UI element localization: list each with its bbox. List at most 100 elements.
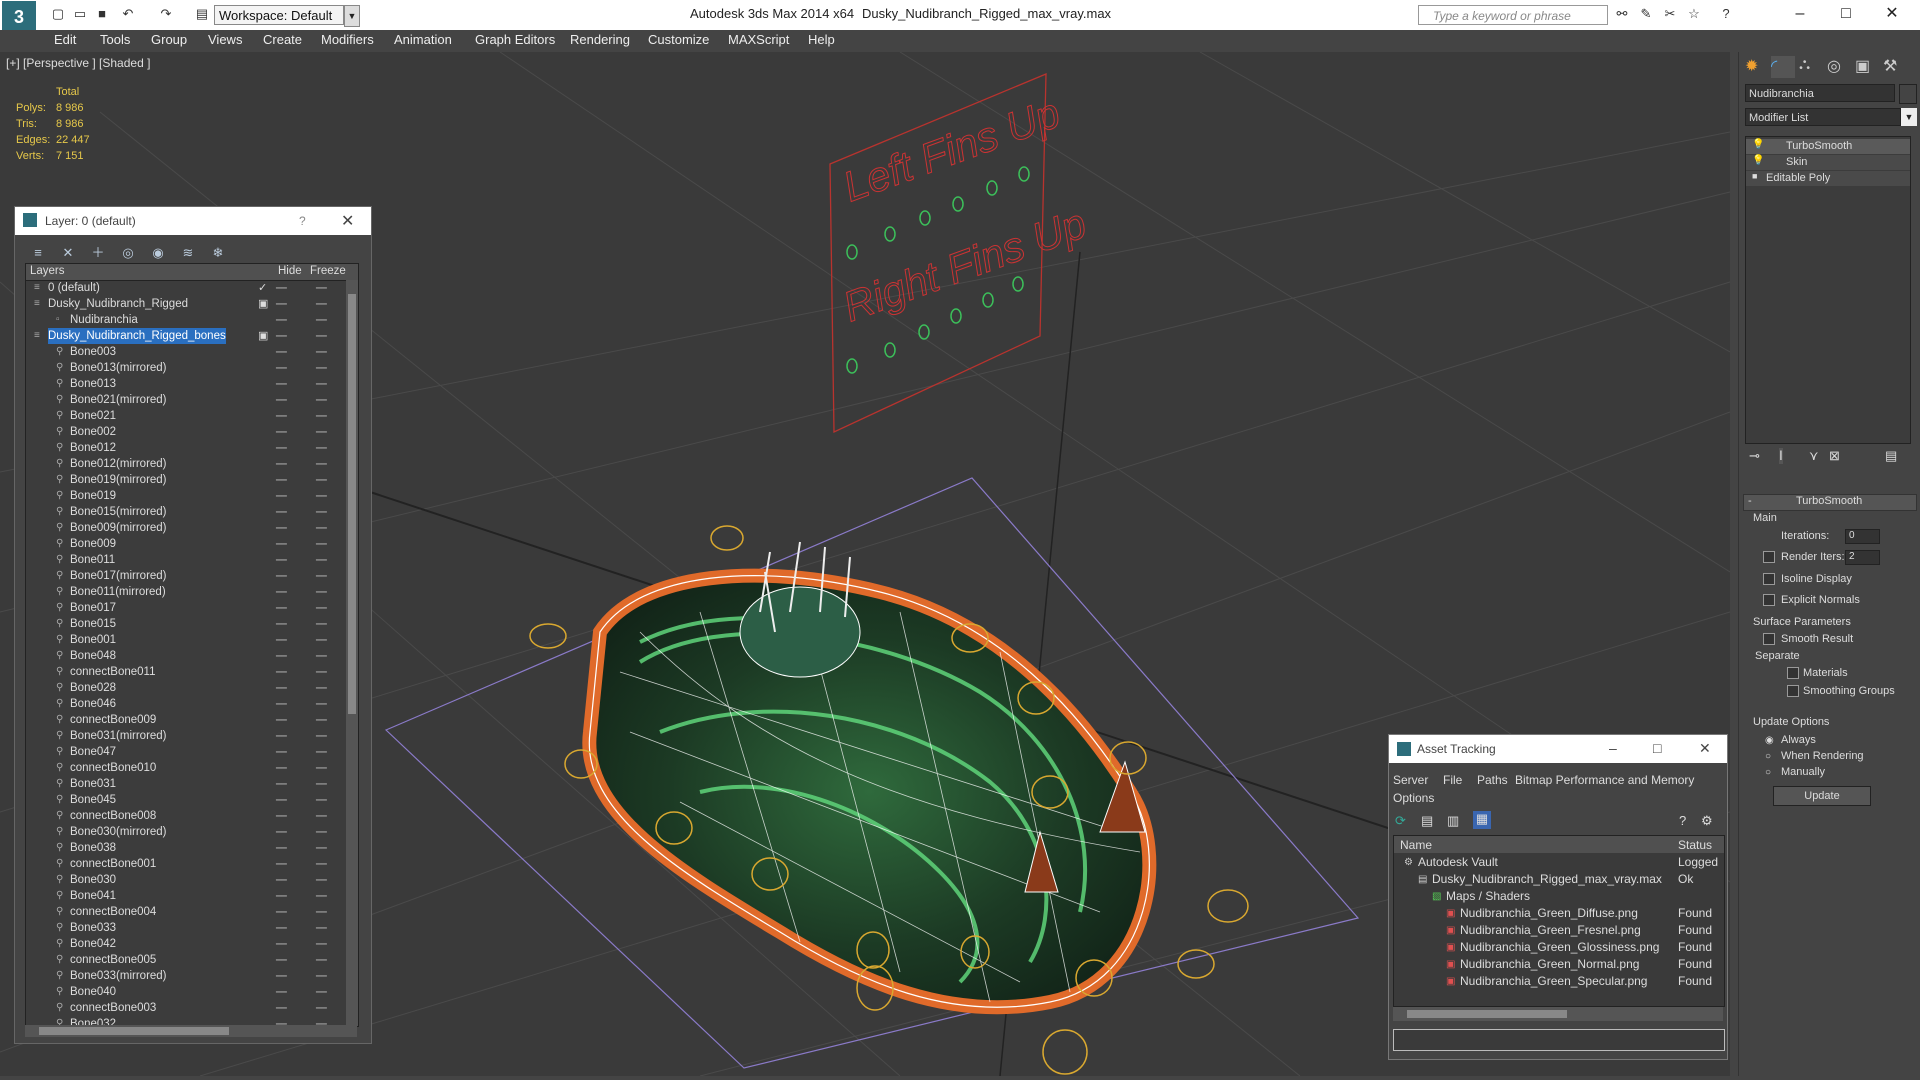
delete-layer-icon[interactable]: ✕ (59, 244, 77, 262)
hide-toggle[interactable]: ━━ (276, 472, 287, 488)
object-row[interactable]: ⚲ Bone033 ━━ ━━ (26, 920, 346, 936)
freeze-toggle[interactable]: ━━ (316, 680, 327, 696)
make-unique-icon[interactable]: ⋎ (1809, 448, 1819, 464)
object-row[interactable]: ⚲ Bone042 ━━ ━━ (26, 936, 346, 952)
menu-customize[interactable]: Customize (648, 32, 709, 47)
workspace-dropdown[interactable]: Workspace: Default (214, 5, 344, 25)
object-row[interactable]: ⚲ connectBone001 ━━ ━━ (26, 856, 346, 872)
layer-list[interactable]: Layers Hide Freeze ≡ 0 (default) ✓ ━━ ━━ ≡ Dus… (25, 263, 359, 1027)
freeze-toggle[interactable]: ━━ (316, 488, 327, 504)
freeze-toggle[interactable]: ━━ (316, 840, 327, 856)
freeze-toggle[interactable]: ━━ (316, 904, 327, 920)
hide-toggle[interactable]: ━━ (276, 312, 287, 328)
horizontal-scrollbar[interactable] (25, 1025, 357, 1037)
freeze-toggle[interactable]: ━━ (316, 568, 327, 584)
hide-toggle[interactable]: ━━ (276, 776, 287, 792)
help-icon[interactable]: ? (299, 214, 306, 228)
freeze-toggle[interactable]: ━━ (316, 792, 327, 808)
freeze-toggle[interactable]: ━━ (316, 616, 327, 632)
freeze-toggle[interactable]: ━━ (316, 888, 327, 904)
freeze-toggle[interactable]: ━━ (316, 312, 327, 328)
iterations-spinner[interactable]: 0 (1845, 529, 1880, 544)
hide-toggle[interactable]: ━━ (276, 520, 287, 536)
freeze-toggle[interactable]: ━━ (316, 824, 327, 840)
col-layers[interactable]: Layers (30, 265, 65, 277)
object-row[interactable]: ⚲ Bone015(mirrored) ━━ ━━ (26, 504, 346, 520)
hide-toggle[interactable]: ━━ (276, 552, 287, 568)
object-row[interactable]: ⚲ connectBone009 ━━ ━━ (26, 712, 346, 728)
freeze-toggle[interactable]: ━━ (316, 712, 327, 728)
object-row[interactable]: ⚲ Bone012(mirrored) ━━ ━━ (26, 456, 346, 472)
binoculars-icon[interactable]: ⚯ (1614, 6, 1630, 22)
hide-toggle[interactable]: ━━ (276, 568, 287, 584)
hide-toggle[interactable]: ━━ (276, 760, 287, 776)
hide-toggle[interactable]: ━━ (276, 456, 287, 472)
asset-row[interactable]: ⚙ Autodesk Vault Logged (1394, 854, 1724, 871)
freeze-toggle[interactable]: ━━ (316, 328, 327, 344)
hide-toggle[interactable]: ━━ (276, 904, 287, 920)
col-hide[interactable]: Hide (278, 265, 302, 277)
object-row[interactable]: ⚲ Bone009(mirrored) ━━ ━━ (26, 520, 346, 536)
asset-table[interactable]: Name Status ⚙ Autodesk Vault Logged ▤ Dusky_… (1393, 835, 1725, 1007)
help-icon[interactable]: ? (1718, 6, 1734, 22)
freeze-toggle[interactable]: ━━ (316, 552, 327, 568)
utilities-tab-icon[interactable]: ⚒ (1883, 56, 1907, 78)
freeze-toggle[interactable]: ━━ (316, 600, 327, 616)
close-button[interactable]: ✕ (1872, 2, 1912, 26)
hide-toggle[interactable]: ━━ (276, 808, 287, 824)
hide-toggle[interactable]: ━━ (276, 664, 287, 680)
asset-row[interactable]: ▤ Dusky_Nudibranch_Rigged_max_vray.max Ok (1394, 871, 1724, 888)
freeze-toggle[interactable]: ━━ (316, 808, 327, 824)
modify-tab-icon[interactable]: ◜ (1771, 56, 1795, 78)
object-row[interactable]: ⚲ Bone019 ━━ ━━ (26, 488, 346, 504)
freeze-toggle[interactable]: ━━ (316, 392, 327, 408)
hide-toggle[interactable]: ━━ (276, 936, 287, 952)
radio-when-rendering[interactable]: ○ (1765, 751, 1771, 762)
object-row[interactable]: ⚲ Bone019(mirrored) ━━ ━━ (26, 472, 346, 488)
hide-toggle[interactable]: ━━ (276, 344, 287, 360)
freeze-toggle[interactable]: ━━ (316, 296, 327, 312)
maximize-button[interactable]: □ (1826, 2, 1866, 26)
object-row[interactable]: ⚲ Bone015 ━━ ━━ (26, 616, 346, 632)
object-row[interactable]: ⚲ Bone045 ━━ ━━ (26, 792, 346, 808)
freeze-toggle[interactable]: ━━ (316, 664, 327, 680)
menu-server[interactable]: Server (1393, 773, 1428, 787)
freeze-toggle[interactable]: ━━ (316, 360, 327, 376)
asset-row[interactable]: ▣ Nudibranchia_Green_Diffuse.png Found (1394, 905, 1724, 922)
hide-toggle[interactable]: ━━ (276, 712, 287, 728)
object-row[interactable]: ⚲ Bone047 ━━ ━━ (26, 744, 346, 760)
freeze-toggle[interactable]: ━━ (316, 440, 327, 456)
menu-group[interactable]: Group (151, 32, 187, 47)
hide-toggle[interactable]: ━━ (276, 744, 287, 760)
menu-animation[interactable]: Animation (394, 32, 452, 47)
close-icon[interactable]: ✕ (341, 211, 354, 231)
object-row[interactable]: ⚲ Bone013 ━━ ━━ (26, 376, 346, 392)
radio-manually[interactable]: ○ (1765, 767, 1771, 778)
menu-bitmap-performance[interactable]: Bitmap Performance and Memory (1515, 773, 1694, 787)
asset-path-field[interactable] (1393, 1029, 1725, 1051)
freeze-toggle[interactable]: ━━ (316, 744, 327, 760)
menu-views[interactable]: Views (208, 32, 242, 47)
object-row[interactable]: ⚲ Bone011(mirrored) ━━ ━━ (26, 584, 346, 600)
freeze-all-icon[interactable]: ❄ (209, 244, 227, 262)
new-file-icon[interactable]: ▢ (50, 6, 66, 22)
create-layer-icon[interactable]: ≡ (29, 244, 47, 262)
pin-stack-icon[interactable]: ⊸ (1749, 448, 1760, 464)
object-row[interactable]: ⚲ Bone030(mirrored) ━━ ━━ (26, 824, 346, 840)
maximize-icon[interactable]: □ (1653, 740, 1661, 756)
menu-paths[interactable]: Paths (1477, 773, 1508, 787)
object-row[interactable]: ⚲ Bone031 ━━ ━━ (26, 776, 346, 792)
menu-modifiers[interactable]: Modifiers (321, 32, 374, 47)
hide-toggle[interactable]: ━━ (276, 280, 287, 296)
freeze-toggle[interactable]: ━━ (316, 696, 327, 712)
asset-row[interactable]: ▣ Nudibranchia_Green_Fresnel.png Found (1394, 922, 1724, 939)
render-iters-checkbox[interactable] (1763, 551, 1775, 566)
object-row[interactable]: ⚲ Bone046 ━━ ━━ (26, 696, 346, 712)
search-input[interactable]: Type a keyword or phrase (1418, 5, 1608, 25)
object-row[interactable]: ⚲ connectBone004 ━━ ━━ (26, 904, 346, 920)
object-row[interactable]: ⚲ connectBone003 ━━ ━━ (26, 1000, 346, 1016)
create-tab-icon[interactable]: ✹ (1745, 56, 1769, 78)
rollout-header[interactable]: - TurboSmooth (1743, 494, 1917, 511)
hide-toggle[interactable]: ━━ (276, 952, 287, 968)
list-view-icon[interactable]: ▤ (1421, 813, 1433, 829)
